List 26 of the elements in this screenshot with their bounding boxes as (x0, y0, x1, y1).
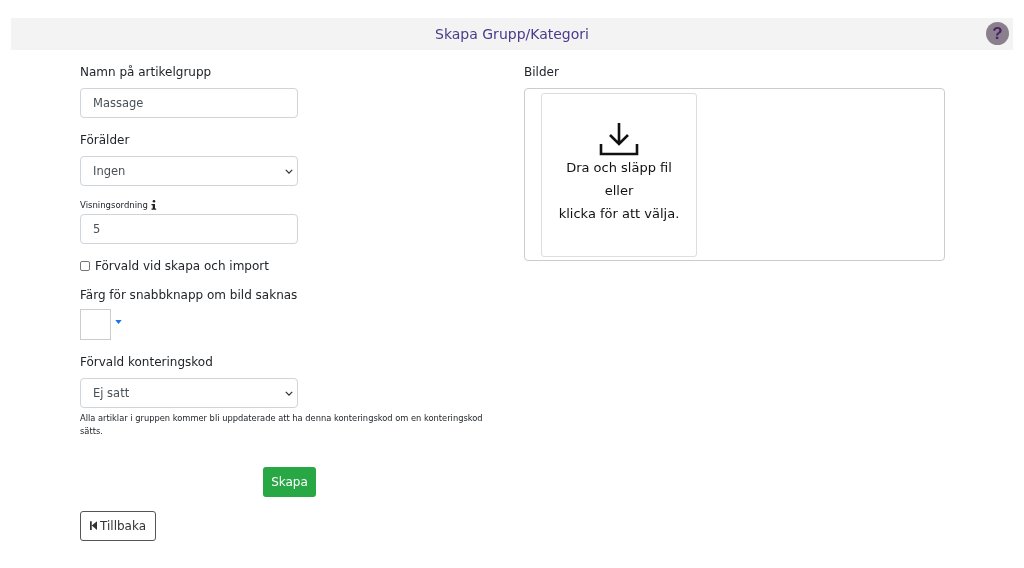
dropzone-text: eller (603, 182, 635, 200)
field-label: Bilder (524, 65, 560, 79)
skip-back-icon (90, 521, 97, 531)
download-icon (599, 122, 639, 156)
back-button[interactable]: Tillbaka (80, 510, 157, 541)
field-label: Namn på artikelgrupp (80, 65, 212, 79)
dropzone-text: Dra och släpp fil (565, 159, 673, 177)
name-input[interactable]: Massage (80, 88, 298, 118)
order-input[interactable]: 5 (80, 214, 298, 244)
caret-icon[interactable] (115, 320, 122, 324)
chevron-icon (285, 390, 293, 396)
dropzone[interactable]: Dra och släpp fil eller klicka för att välja. (541, 93, 697, 257)
field-label: Färg för snabbknapp om bild saknas (80, 288, 298, 302)
checkbox[interactable] (80, 261, 90, 271)
info-icon[interactable] (150, 200, 157, 210)
help-text: Alla artiklar i gruppen kommer bli uppdaterade att ha denna konteringskod om en konteringskod sätts. (80, 412, 484, 439)
dropzone-text: klicka för att välja. (558, 205, 680, 223)
page-title: Skapa Grupp/Kategori (435, 26, 589, 42)
field-label: Förälder (80, 133, 130, 147)
checkbox-label: Förvald vid skapa och import (95, 259, 269, 273)
field-label: Visningsordning (80, 200, 148, 210)
parent-select[interactable]: Ingen (80, 156, 298, 186)
field-label: Förvald konteringskod (80, 355, 213, 369)
color-swatch[interactable] (80, 309, 111, 340)
chevron-icon (285, 168, 293, 174)
account-select[interactable]: Ej satt (80, 378, 298, 408)
